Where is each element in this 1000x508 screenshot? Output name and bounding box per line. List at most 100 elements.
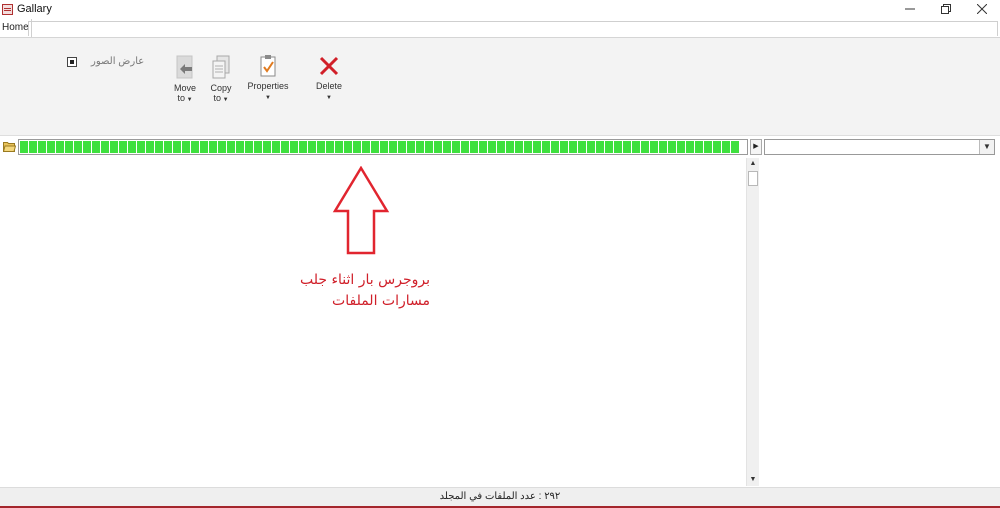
progress-segment bbox=[200, 141, 208, 153]
progress-segment bbox=[272, 141, 280, 153]
copy-to-dropdown-icon: ▼ bbox=[220, 97, 229, 103]
progress-segment bbox=[281, 141, 289, 153]
restore-icon bbox=[941, 4, 951, 14]
copy-to-icon bbox=[212, 55, 230, 79]
annotation-line-1: بروجرس بار اثناء جلب bbox=[299, 272, 430, 288]
scroll-right-button[interactable]: ▶ bbox=[750, 139, 762, 155]
annotation-line-2: مسارات الملفات bbox=[332, 293, 430, 309]
progress-segment bbox=[425, 141, 433, 153]
progress-segment bbox=[146, 141, 154, 153]
progress-segment bbox=[434, 141, 442, 153]
close-button[interactable] bbox=[964, 0, 1000, 18]
minimize-button[interactable] bbox=[892, 0, 928, 18]
progress-segment bbox=[47, 141, 55, 153]
vertical-scrollbar[interactable]: ▲ ▼ bbox=[746, 158, 759, 486]
open-folder-icon[interactable] bbox=[3, 141, 16, 152]
delete-icon bbox=[319, 56, 339, 76]
progress-segment bbox=[488, 141, 496, 153]
progress-segment bbox=[587, 141, 595, 153]
progress-segment bbox=[218, 141, 226, 153]
window-controls bbox=[892, 0, 1000, 18]
progress-segment bbox=[20, 141, 28, 153]
progress-segment bbox=[497, 141, 505, 153]
progress-segment bbox=[362, 141, 370, 153]
properties-dropdown-icon: ▼ bbox=[265, 95, 271, 101]
image-viewer-label: عارض الصور bbox=[91, 56, 145, 67]
progress-segment bbox=[659, 141, 667, 153]
progress-segment bbox=[596, 141, 604, 153]
minimize-icon bbox=[905, 8, 915, 10]
progress-segment bbox=[515, 141, 523, 153]
delete-dropdown-icon: ▼ bbox=[326, 95, 332, 101]
folder-combobox[interactable]: ▼ bbox=[764, 139, 995, 155]
progress-segment bbox=[110, 141, 118, 153]
progress-segment bbox=[389, 141, 397, 153]
window-title: Gallary bbox=[17, 3, 52, 15]
progress-segment bbox=[137, 141, 145, 153]
progress-segment bbox=[407, 141, 415, 153]
preview-pane bbox=[760, 158, 1000, 486]
title-bar: Gallary bbox=[0, 0, 1000, 18]
move-to-label: Move bbox=[173, 83, 196, 93]
annotation-arrow bbox=[332, 166, 390, 255]
progress-segment bbox=[479, 141, 487, 153]
progress-segment bbox=[155, 141, 163, 153]
progress-segment bbox=[416, 141, 424, 153]
progress-segment bbox=[722, 141, 730, 153]
progress-segment bbox=[731, 141, 739, 153]
restore-button[interactable] bbox=[928, 0, 964, 18]
progress-segment bbox=[29, 141, 37, 153]
progress-segment bbox=[461, 141, 469, 153]
progress-segment bbox=[470, 141, 478, 153]
progress-segment bbox=[191, 141, 199, 153]
progress-segment bbox=[560, 141, 568, 153]
progress-segment bbox=[182, 141, 190, 153]
progress-segment bbox=[353, 141, 361, 153]
progress-segment bbox=[65, 141, 73, 153]
close-icon bbox=[977, 4, 987, 14]
progress-segment bbox=[533, 141, 541, 153]
progress-segment bbox=[632, 141, 640, 153]
move-to-label-2: to bbox=[177, 93, 185, 103]
progress-bar bbox=[18, 139, 748, 155]
file-count-status: ٢٩٢ : عدد الملفات في المجلد bbox=[439, 491, 561, 502]
progress-segment bbox=[542, 141, 550, 153]
progress-segment bbox=[335, 141, 343, 153]
ribbon-tab-bar: Home bbox=[0, 19, 1000, 38]
progress-segment bbox=[173, 141, 181, 153]
status-bar: ٢٩٢ : عدد الملفات في المجلد bbox=[0, 487, 1000, 506]
chevron-down-icon[interactable]: ▼ bbox=[979, 140, 994, 154]
progress-segment bbox=[290, 141, 298, 153]
progress-segment bbox=[56, 141, 64, 153]
scroll-thumb[interactable] bbox=[748, 171, 758, 186]
copy-to-label-2: to bbox=[213, 93, 221, 103]
progress-segment bbox=[506, 141, 514, 153]
progress-segment bbox=[443, 141, 451, 153]
progress-segment bbox=[704, 141, 712, 153]
move-to-button[interactable]: Move to ▼ bbox=[170, 54, 200, 105]
progress-segment bbox=[164, 141, 172, 153]
delete-button[interactable]: Delete ▼ bbox=[312, 54, 346, 103]
progress-segment bbox=[623, 141, 631, 153]
progress-segment bbox=[713, 141, 721, 153]
image-viewer-toggle[interactable]: عارض الصور bbox=[67, 56, 144, 67]
tab-home[interactable]: Home bbox=[0, 19, 32, 37]
progress-segment bbox=[686, 141, 694, 153]
scroll-up-button[interactable]: ▲ bbox=[747, 158, 759, 170]
progress-segment bbox=[236, 141, 244, 153]
properties-button[interactable]: Properties ▼ bbox=[246, 54, 290, 103]
progress-segment bbox=[551, 141, 559, 153]
progress-segment bbox=[614, 141, 622, 153]
copy-to-button[interactable]: Copy to ▼ bbox=[206, 54, 236, 105]
copy-to-label: Copy bbox=[210, 83, 232, 93]
properties-label: Properties bbox=[247, 81, 289, 91]
progress-segment bbox=[380, 141, 388, 153]
annotation-text: بروجرس بار اثناء جلب مسارات الملفات bbox=[250, 270, 430, 312]
app-window: Gallary Home عارض الصور Move to ▼ Copy t… bbox=[0, 0, 1000, 508]
image-viewer-checkbox[interactable] bbox=[67, 56, 77, 67]
progress-segment bbox=[299, 141, 307, 153]
progress-segment bbox=[452, 141, 460, 153]
progress-segment bbox=[524, 141, 532, 153]
scroll-down-button[interactable]: ▼ bbox=[747, 474, 759, 486]
path-row: ▶ ▼ bbox=[0, 137, 1000, 157]
